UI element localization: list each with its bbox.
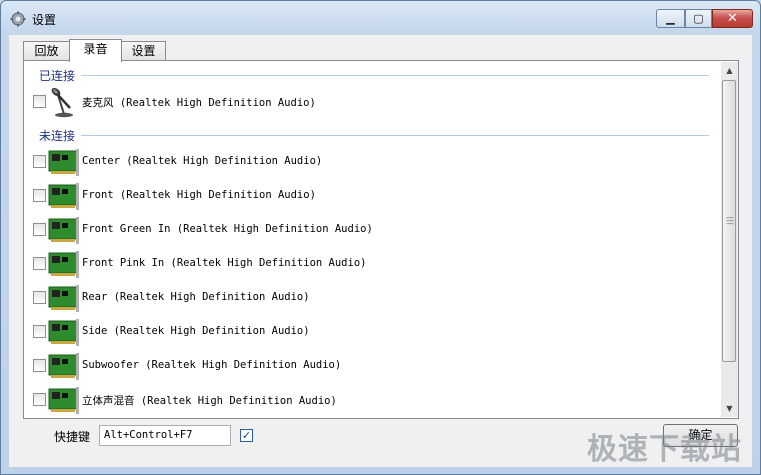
- sound-card-icon: [48, 319, 79, 346]
- settings-window: 设置 ▁ ▢ ✕ 回放 录音 设置 已连接 麦克风 (Realtek High …: [0, 0, 761, 475]
- close-icon: ✕: [727, 11, 738, 26]
- device-label: Rear (Realtek High Definition Audio): [82, 291, 310, 303]
- device-checkbox[interactable]: [33, 393, 46, 406]
- device-label: Side (Realtek High Definition Audio): [82, 325, 310, 337]
- group-divider: [39, 75, 709, 76]
- group-header-connected: 已连接: [39, 67, 709, 84]
- scroll-thumb[interactable]: — — —: [722, 80, 736, 362]
- group-label: 已连接: [39, 67, 82, 84]
- gear-icon: [10, 11, 26, 27]
- list-item[interactable]: Subwoofer (Realtek High Definition Audio…: [25, 349, 715, 383]
- tab-settings[interactable]: 设置: [121, 41, 166, 61]
- dialog-client: 回放 录音 设置 已连接 麦克风 (Realtek High Definitio…: [9, 35, 752, 467]
- device-checkbox[interactable]: [33, 155, 46, 168]
- list-item[interactable]: Side (Realtek High Definition Audio): [25, 315, 715, 349]
- hotkey-label: 快捷键: [54, 430, 91, 444]
- device-checkbox[interactable]: [33, 291, 46, 304]
- list-item[interactable]: Front (Realtek High Definition Audio): [25, 179, 715, 213]
- tab-playback[interactable]: 回放: [23, 41, 70, 61]
- device-label: Front Pink In (Realtek High Definition A…: [82, 257, 367, 269]
- hotkey-enable-checkbox[interactable]: ✓: [240, 429, 253, 442]
- list-item[interactable]: Front Green In (Realtek High Definition …: [25, 213, 715, 247]
- grip-icon: — — —: [726, 213, 734, 228]
- list-item[interactable]: Rear (Realtek High Definition Audio): [25, 281, 715, 315]
- group-label: 未连接: [39, 127, 82, 144]
- tab-recording[interactable]: 录音: [69, 39, 122, 62]
- group-header-disconnected: 未连接: [39, 127, 709, 144]
- minimize-icon: ▁: [666, 12, 675, 25]
- sound-card-icon: [48, 353, 79, 380]
- device-checkbox[interactable]: [33, 359, 46, 372]
- sound-card-icon: [48, 149, 79, 176]
- sound-card-icon: [48, 387, 79, 414]
- minimize-button[interactable]: ▁: [656, 9, 685, 28]
- microphone-icon: [51, 87, 73, 118]
- list-item[interactable]: 立体声混音 (Realtek High Definition Audio): [25, 383, 715, 417]
- device-checkbox[interactable]: [33, 189, 46, 202]
- device-list: 已连接 麦克风 (Realtek High Definition Audio): [25, 62, 720, 417]
- recording-panel: 已连接 麦克风 (Realtek High Definition Audio): [23, 60, 739, 419]
- list-item[interactable]: 麦克风 (Realtek High Definition Audio): [25, 85, 715, 119]
- window-title: 设置: [32, 13, 57, 27]
- close-button[interactable]: ✕: [712, 9, 753, 28]
- device-label: 立体声混音 (Realtek High Definition Audio): [82, 395, 337, 407]
- checkmark-icon: ✓: [241, 429, 252, 442]
- vertical-scrollbar[interactable]: ▲ — — — ▼: [721, 62, 738, 417]
- device-label: Subwoofer (Realtek High Definition Audio…: [82, 359, 342, 371]
- group-divider: [39, 135, 709, 136]
- sound-card-icon: [48, 285, 79, 312]
- list-item[interactable]: Center (Realtek High Definition Audio): [25, 145, 715, 179]
- device-checkbox[interactable]: [33, 257, 46, 270]
- title-bar[interactable]: 设置 ▁ ▢ ✕: [1, 1, 760, 35]
- maximize-button[interactable]: ▢: [685, 9, 712, 28]
- hotkey-input[interactable]: Alt+Control+F7: [99, 425, 231, 446]
- scroll-down-arrow-icon[interactable]: ▼: [721, 400, 738, 417]
- list-item[interactable]: Front Pink In (Realtek High Definition A…: [25, 247, 715, 281]
- sound-card-icon: [48, 251, 79, 278]
- device-label: Front Green In (Realtek High Definition …: [82, 223, 373, 235]
- watermark-text: 极速下载站: [587, 432, 742, 467]
- device-checkbox[interactable]: [33, 223, 46, 236]
- device-checkbox[interactable]: [33, 325, 46, 338]
- device-label: 麦克风 (Realtek High Definition Audio): [82, 97, 316, 109]
- sound-card-icon: [48, 217, 79, 244]
- sound-card-icon: [48, 183, 79, 210]
- maximize-icon: ▢: [693, 12, 704, 25]
- scroll-up-arrow-icon[interactable]: ▲: [721, 62, 738, 79]
- device-label: Center (Realtek High Definition Audio): [82, 155, 323, 167]
- device-checkbox[interactable]: [33, 95, 46, 108]
- device-label: Front (Realtek High Definition Audio): [82, 189, 316, 201]
